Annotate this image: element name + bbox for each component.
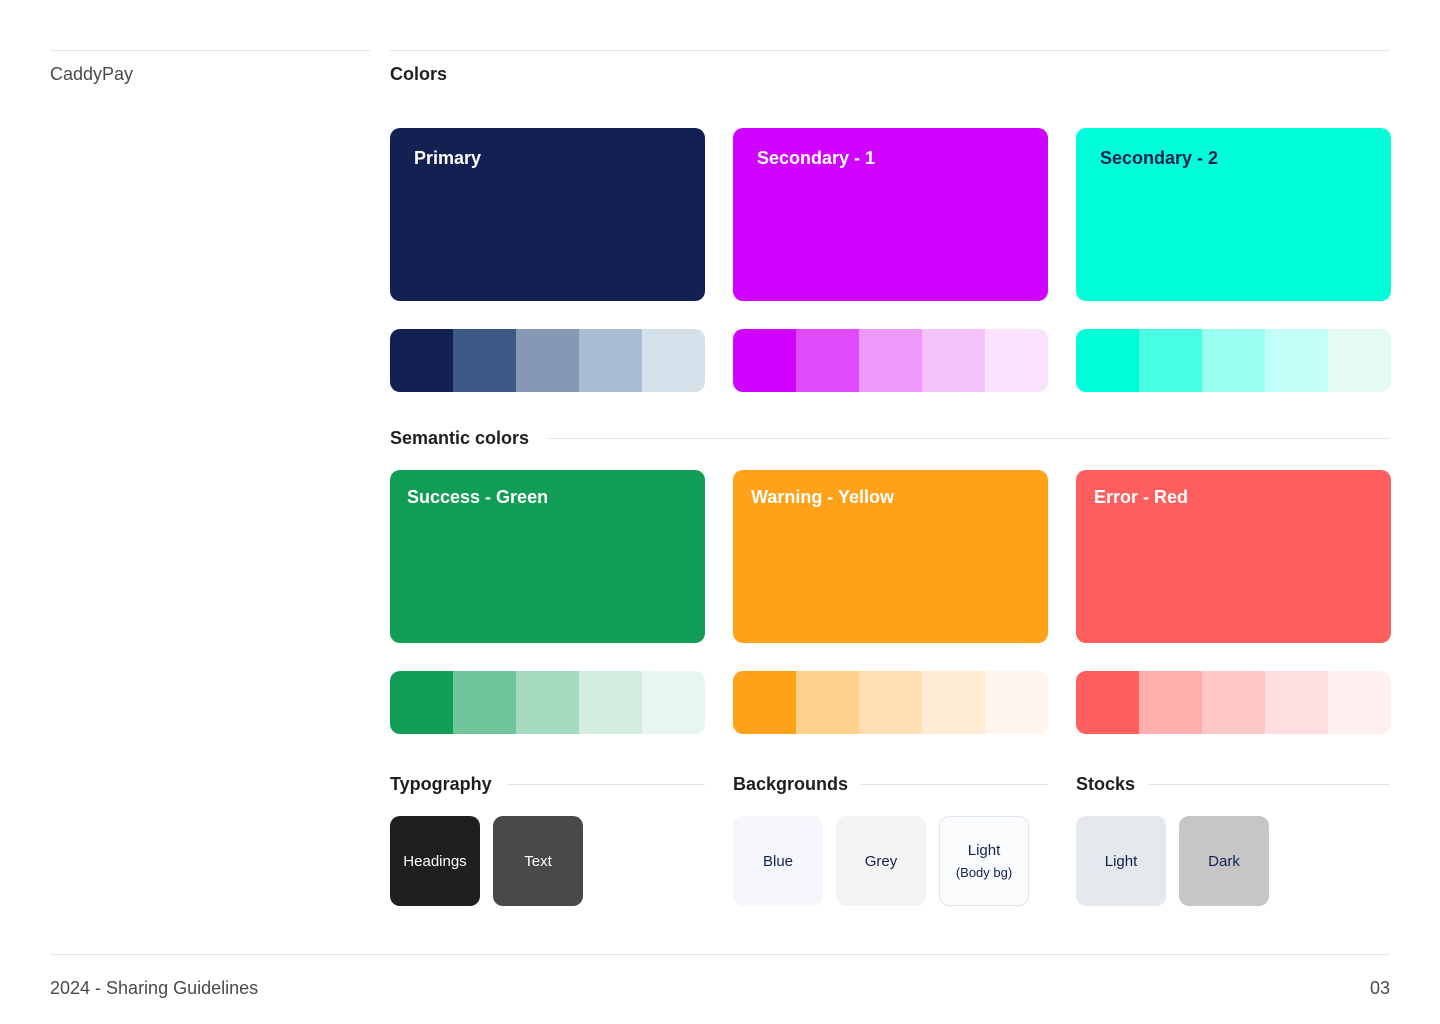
stock-dark-label: Dark — [1208, 852, 1240, 870]
secondary-2-shade-4-swatch — [1265, 329, 1328, 392]
success-card: Success - Green — [390, 470, 705, 643]
background-blue-tile: Blue — [733, 816, 823, 906]
primary-shade-3-swatch — [516, 329, 579, 392]
background-light-tile: Light (Body bg) — [939, 816, 1029, 906]
secondary-2-card: Secondary - 2 — [1076, 128, 1391, 301]
backgrounds-heading: Backgrounds — [733, 774, 849, 794]
secondary-1-card-label: Secondary - 1 — [757, 148, 876, 168]
warning-card: Warning - Yellow — [733, 470, 1048, 643]
typography-headings-tile: Headings — [390, 816, 480, 906]
warning-shade-3-swatch — [859, 671, 922, 734]
secondary-2-shade-3-swatch — [1202, 329, 1265, 392]
primary-shade-5-swatch — [642, 329, 705, 392]
header-divider-right — [390, 50, 1390, 51]
error-card-label: Error - Red — [1094, 487, 1189, 507]
error-palette — [1076, 671, 1391, 734]
primary-shade-1-swatch — [390, 329, 453, 392]
colors-heading: Colors — [390, 64, 448, 84]
secondary-2-shade-5-swatch — [1328, 329, 1391, 392]
primary-shade-2-swatch — [453, 329, 516, 392]
secondary-2-shade-1-swatch — [1076, 329, 1139, 392]
success-card-label: Success - Green — [407, 487, 549, 507]
success-shade-3-swatch — [516, 671, 579, 734]
typography-text-label: Text — [524, 852, 552, 870]
error-shade-5-swatch — [1328, 671, 1391, 734]
success-palette — [390, 671, 705, 734]
success-shade-4-swatch — [579, 671, 642, 734]
primary-card-label: Primary — [414, 148, 482, 168]
warning-shade-5-swatch — [985, 671, 1048, 734]
footer-divider — [50, 954, 1390, 955]
secondary-1-shade-4-swatch — [922, 329, 985, 392]
stock-light-tile: Light — [1076, 816, 1166, 906]
success-shade-2-swatch — [453, 671, 516, 734]
secondary-1-shade-1-swatch — [733, 329, 796, 392]
secondary-1-palette — [733, 329, 1048, 392]
typography-divider — [507, 784, 705, 785]
stocks-divider — [1148, 784, 1390, 785]
error-shade-3-swatch — [1202, 671, 1265, 734]
secondary-2-palette — [1076, 329, 1391, 392]
warning-shade-1-swatch — [733, 671, 796, 734]
success-shade-1-swatch — [390, 671, 453, 734]
stock-dark-tile: Dark — [1179, 816, 1269, 906]
primary-card: Primary — [390, 128, 705, 301]
warning-shade-2-swatch — [796, 671, 859, 734]
error-shade-4-swatch — [1265, 671, 1328, 734]
footer-title: 2024 - Sharing Guidelines — [50, 978, 259, 998]
stocks-heading: Stocks — [1076, 774, 1136, 794]
success-shade-5-swatch — [642, 671, 705, 734]
typography-headings-label: Headings — [403, 852, 467, 870]
error-shade-2-swatch — [1139, 671, 1202, 734]
error-card: Error - Red — [1076, 470, 1391, 643]
primary-shade-4-swatch — [579, 329, 642, 392]
stock-light-label: Light — [1104, 852, 1138, 870]
background-grey-tile: Grey — [836, 816, 926, 906]
primary-palette — [390, 329, 705, 392]
background-grey-label: Grey — [864, 852, 898, 870]
secondary-1-card: Secondary - 1 — [733, 128, 1048, 301]
semantic-colors-heading: Semantic colors — [390, 428, 530, 448]
secondary-1-shade-5-swatch — [985, 329, 1048, 392]
typography-text-tile: Text — [493, 816, 583, 906]
secondary-2-shade-2-swatch — [1139, 329, 1202, 392]
secondary-1-shade-2-swatch — [796, 329, 859, 392]
error-shade-1-swatch — [1076, 671, 1139, 734]
header-divider-left — [50, 50, 370, 51]
page-number: 03 — [1369, 978, 1390, 998]
secondary-1-shade-3-swatch — [859, 329, 922, 392]
background-light-sublabel: (Body bg) — [955, 865, 1013, 880]
semantic-divider — [548, 438, 1390, 439]
secondary-2-card-label: Secondary - 2 — [1100, 148, 1219, 168]
brand-name: CaddyPay — [50, 64, 134, 84]
background-blue-label: Blue — [762, 852, 794, 870]
warning-palette — [733, 671, 1048, 734]
typography-heading: Typography — [390, 774, 492, 794]
background-light-label: Light — [967, 842, 1001, 859]
warning-card-label: Warning - Yellow — [751, 487, 895, 507]
backgrounds-divider — [860, 784, 1048, 785]
warning-shade-4-swatch — [922, 671, 985, 734]
